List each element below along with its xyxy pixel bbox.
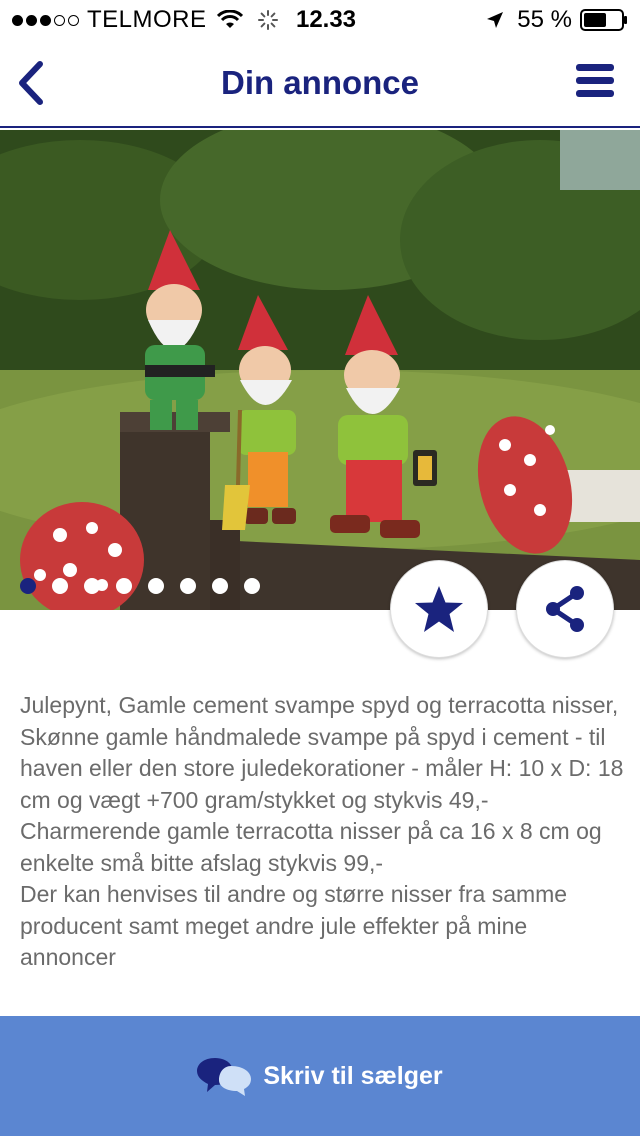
listing-photo bbox=[0, 130, 640, 610]
description-paragraph: Charmerende gamle terracotta nisser på c… bbox=[20, 818, 602, 876]
pager-dot[interactable] bbox=[244, 578, 260, 594]
battery-percent: 55 % bbox=[517, 6, 572, 33]
pager-dot[interactable] bbox=[180, 578, 196, 594]
contact-seller-button[interactable]: Skriv til sælger bbox=[0, 1016, 640, 1136]
share-button[interactable] bbox=[516, 560, 614, 658]
pager-dot[interactable] bbox=[20, 578, 36, 594]
location-arrow-icon bbox=[487, 12, 504, 28]
contact-inner: Skriv til sælger bbox=[197, 1056, 443, 1096]
image-pager bbox=[20, 578, 260, 594]
pager-dot[interactable] bbox=[84, 578, 100, 594]
description-paragraph: Der kan henvises til andre og større nis… bbox=[20, 881, 568, 970]
share-icon bbox=[546, 586, 584, 632]
status-right: 55 % bbox=[485, 6, 628, 34]
hamburger-menu-icon bbox=[576, 64, 614, 71]
description-paragraph: Julepynt, Gamle cement svampe spyd og te… bbox=[20, 692, 624, 813]
nav-bar: Din annonce bbox=[0, 40, 640, 128]
battery-icon bbox=[580, 9, 627, 31]
menu-button[interactable] bbox=[576, 64, 616, 102]
status-bar: TELMORE 12.33 55 % bbox=[0, 0, 640, 40]
star-icon bbox=[415, 586, 463, 632]
favorite-button[interactable] bbox=[390, 560, 488, 658]
contact-seller-label: Skriv til sælger bbox=[263, 1061, 443, 1090]
listing-description: Julepynt, Gamle cement svampe spyd og te… bbox=[20, 690, 624, 974]
pager-dot[interactable] bbox=[52, 578, 68, 594]
page-title: Din annonce bbox=[220, 64, 420, 101]
chat-bubbles-icon bbox=[197, 1058, 252, 1096]
listing-image-carousel[interactable] bbox=[0, 130, 640, 610]
pager-dot[interactable] bbox=[116, 578, 132, 594]
pager-dot[interactable] bbox=[212, 578, 228, 594]
pager-dot[interactable] bbox=[148, 578, 164, 594]
